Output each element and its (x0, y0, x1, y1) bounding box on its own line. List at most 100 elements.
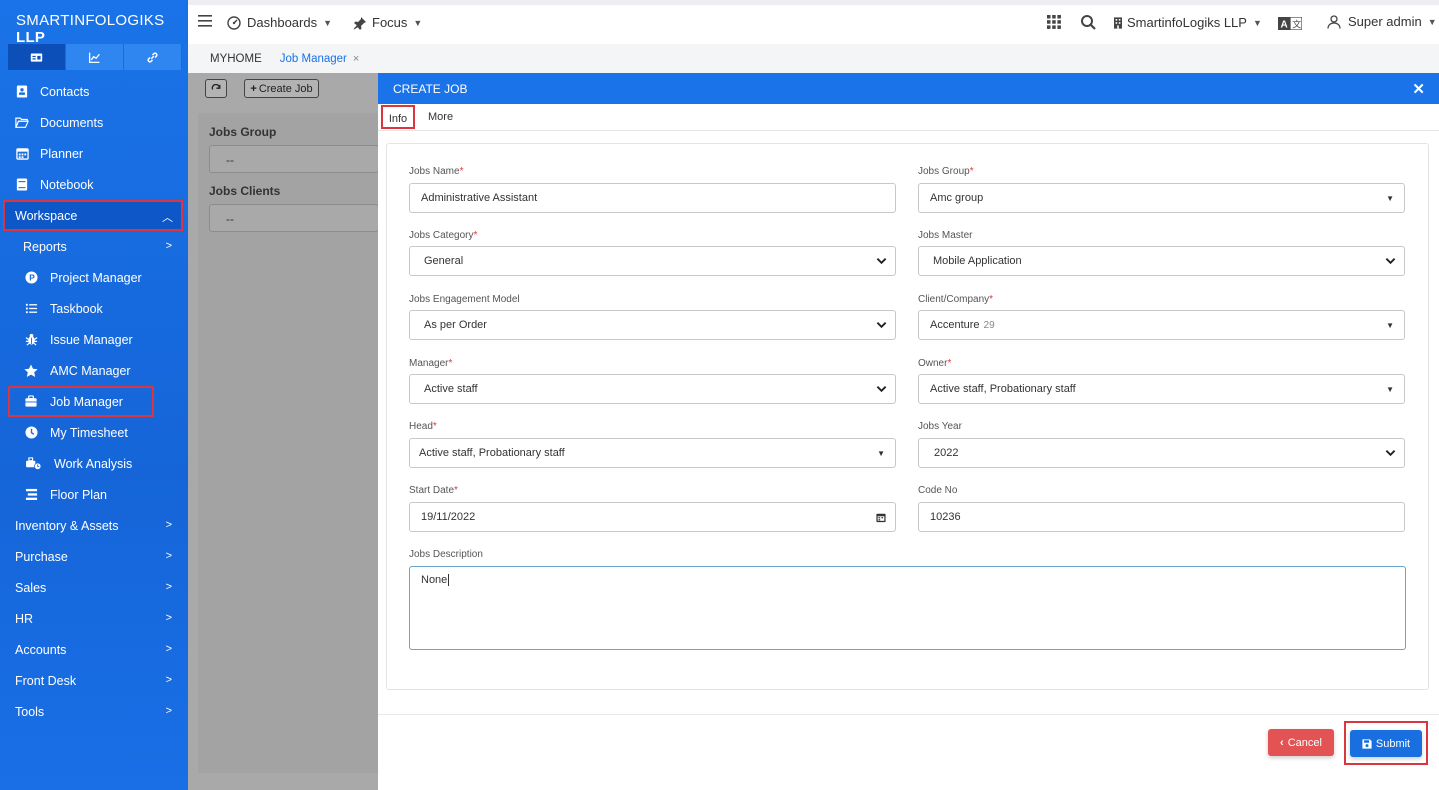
close-icon[interactable]: ✕ (1412, 80, 1425, 98)
tab-more[interactable]: More (428, 107, 453, 127)
jobs-group-label: Jobs Group* (918, 166, 974, 177)
description-textarea[interactable]: None (409, 566, 1406, 650)
sidebar-item-label: Contacts (40, 84, 90, 99)
sidebar-item-contacts[interactable]: Contacts (0, 76, 188, 107)
jobs-name-label: Jobs Name* (409, 166, 464, 177)
dashboards-menu[interactable]: Dashboards ▼ (227, 15, 332, 30)
chevron-right-icon: > (165, 674, 172, 686)
sidebar-item-documents[interactable]: Documents (0, 107, 188, 138)
sidebar-tab-charts[interactable] (66, 44, 124, 70)
sidebar-item-front-desk[interactable]: Front Desk > (0, 665, 188, 696)
jobs-name-input[interactable]: Administrative Assistant (409, 183, 896, 213)
sidebar-item-label: Tools (15, 704, 45, 719)
focus-menu[interactable]: Focus ▼ (353, 15, 422, 30)
sidebar-item-inventory-assets[interactable]: Inventory & Assets > (0, 510, 188, 541)
manager-select[interactable]: Active staff (409, 374, 896, 404)
modal-title: CREATE JOB (393, 81, 468, 96)
close-tab-icon[interactable]: × (353, 53, 359, 65)
manager-label: Manager* (409, 358, 453, 369)
svg-text:A: A (1281, 20, 1288, 31)
sidebar-item-label: Purchase (15, 549, 68, 564)
truck-clock-icon (24, 457, 42, 471)
calendar-icon[interactable] (876, 512, 886, 523)
sidebar-item-label: Notebook (40, 177, 94, 192)
tab-myhome[interactable]: MYHOME (210, 53, 262, 65)
list-icon (24, 302, 38, 316)
submit-button[interactable]: Submit (1350, 730, 1422, 757)
sidebar-item-amc-manager[interactable]: AMC Manager (0, 355, 188, 386)
apps-grid-icon[interactable] (1047, 15, 1061, 32)
start-date-input[interactable]: 19/11/2022 (409, 502, 896, 532)
sidebar-item-label: My Timesheet (50, 425, 128, 440)
jobs-clients-filter[interactable]: -- (209, 204, 379, 232)
refresh-button[interactable] (205, 79, 227, 98)
create-job-modal: CREATE JOB ✕ Info More Jobs Name* Admini… (378, 73, 1439, 790)
sidebar-item-purchase[interactable]: Purchase > (0, 541, 188, 572)
sidebar-tab-menu[interactable] (8, 44, 66, 70)
contact-icon (15, 85, 29, 99)
engagement-model-select[interactable]: As per Order (409, 310, 896, 340)
jobs-category-label: Jobs Category* (409, 230, 478, 241)
chart-line-icon (88, 52, 100, 63)
caret-down-icon: ▼ (1386, 385, 1394, 394)
tab-info[interactable]: Info (381, 105, 415, 129)
job-form: Jobs Name* Administrative Assistant Jobs… (386, 143, 1429, 690)
caret-down-icon: ▼ (1386, 194, 1394, 203)
sidebar-item-workspace[interactable]: Workspace ︿ (3, 200, 183, 231)
plus-icon: + (250, 82, 257, 95)
jobs-year-select[interactable]: 2022 (918, 438, 1405, 468)
folder-open-icon (15, 116, 29, 130)
footer-divider (378, 714, 1439, 715)
sidebar-item-my-timesheet[interactable]: My Timesheet (0, 417, 188, 448)
owner-select[interactable]: Active staff, Probationary staff ▼ (918, 374, 1405, 404)
client-company-select[interactable]: Accenture 29 ▼ (918, 310, 1405, 340)
sidebar-item-project-manager[interactable]: P Project Manager (0, 262, 188, 293)
sidebar-item-tools[interactable]: Tools > (0, 696, 188, 727)
svg-text:P: P (29, 272, 35, 282)
user-menu[interactable]: Super admin ▼ (1327, 14, 1437, 29)
create-job-button[interactable]: + Create Job (244, 79, 319, 98)
sidebar-item-hr[interactable]: HR > (0, 603, 188, 634)
sidebar-item-work-analysis[interactable]: Work Analysis (0, 448, 188, 479)
sidebar-item-label: HR (15, 611, 34, 626)
jobs-master-label: Jobs Master (918, 230, 973, 241)
sidebar-tab-links[interactable] (124, 44, 182, 70)
sidebar-item-taskbook[interactable]: Taskbook (0, 293, 188, 324)
hamburger-icon[interactable] (198, 15, 212, 30)
sidebar-item-floor-plan[interactable]: Floor Plan (0, 479, 188, 510)
jobs-group-filter-label: Jobs Group (209, 125, 277, 139)
code-no-input[interactable]: 10236 (918, 502, 1405, 532)
jobs-group-filter[interactable]: -- (209, 145, 379, 173)
jobs-group-select[interactable]: Amc group ▼ (918, 183, 1405, 213)
building-icon (1114, 16, 1122, 29)
caret-down-icon: ▼ (323, 17, 333, 28)
text-cursor (448, 574, 450, 587)
chevron-right-icon: > (165, 519, 172, 531)
id-card-icon (30, 52, 43, 62)
user-icon (1327, 14, 1341, 29)
cancel-button[interactable]: ‹ Cancel (1268, 729, 1334, 756)
engagement-model-label: Jobs Engagement Model (409, 294, 520, 305)
gauge-icon (227, 15, 241, 30)
sidebar-item-sales[interactable]: Sales > (0, 572, 188, 603)
sidebar-item-accounts[interactable]: Accounts > (0, 634, 188, 665)
brand-logo: SMARTINFOLOGIKS LLP (16, 12, 165, 46)
sidebar-item-notebook[interactable]: Notebook (0, 169, 188, 200)
sidebar-tabs (8, 44, 182, 70)
language-icon[interactable]: A文 (1278, 16, 1303, 33)
sidebar-item-issue-manager[interactable]: Issue Manager (0, 324, 188, 355)
tab-job-manager[interactable]: Job Manager (280, 53, 347, 65)
sidebar-item-reports[interactable]: Reports > (0, 231, 188, 262)
search-icon[interactable] (1081, 15, 1096, 33)
company-selector[interactable]: SmartinfoLogiks LLP ▼ (1114, 15, 1262, 30)
jobs-category-select[interactable]: General (409, 246, 896, 276)
sidebar-item-planner[interactable]: Planner (0, 138, 188, 169)
chevron-right-icon: > (165, 581, 172, 593)
jobs-master-select[interactable]: Mobile Application (918, 246, 1405, 276)
link-icon (147, 51, 158, 63)
submit-highlight: Submit (1344, 721, 1428, 765)
star-icon (24, 364, 38, 378)
sidebar-item-job-manager[interactable]: Job Manager (8, 386, 154, 417)
description-label: Jobs Description (409, 549, 483, 560)
head-select[interactable]: Active staff, Probationary staff ▼ (409, 438, 896, 468)
